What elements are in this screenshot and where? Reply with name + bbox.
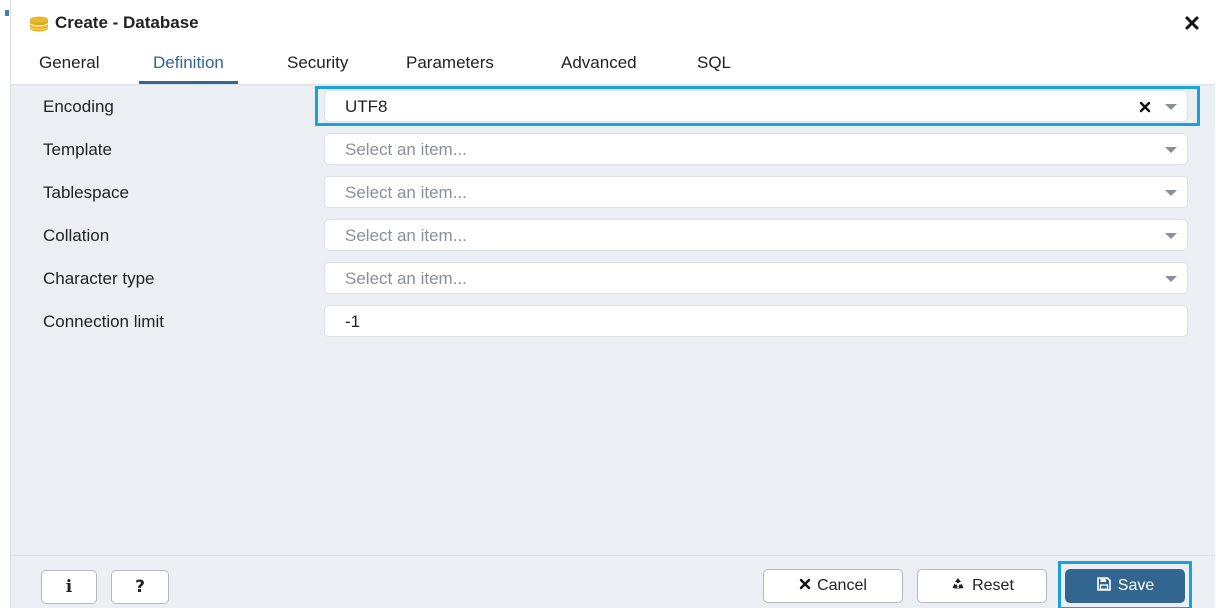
info-button[interactable]: i — [41, 570, 97, 604]
tab-bar: General Definition Security Parameters A… — [11, 44, 1215, 85]
tab-general[interactable]: General — [39, 48, 99, 78]
character-type-row: Character type Select an item... — [11, 259, 1215, 303]
template-placeholder: Select an item... — [345, 140, 467, 159]
collation-label: Collation — [43, 226, 110, 245]
chevron-down-icon[interactable] — [1165, 147, 1177, 153]
reset-button[interactable]: Reset — [917, 569, 1047, 603]
tab-sql[interactable]: SQL — [697, 48, 731, 78]
template-row: Template Select an item... — [11, 130, 1215, 174]
encoding-highlight — [315, 86, 1200, 126]
edge-marker — [5, 10, 9, 16]
screenshot: Create - Database General Definition Sec… — [0, 0, 1216, 608]
save-highlight — [1058, 561, 1192, 608]
info-icon: i — [65, 577, 73, 597]
collation-placeholder: Select an item... — [345, 226, 467, 245]
encoding-label: Encoding — [43, 97, 114, 116]
help-icon: ? — [135, 577, 145, 597]
tab-definition[interactable]: Definition — [139, 48, 238, 84]
database-icon — [29, 16, 49, 32]
background-edge — [0, 0, 10, 608]
collation-row: Collation Select an item... — [11, 216, 1215, 260]
help-button[interactable]: ? — [111, 570, 169, 604]
template-label: Template — [43, 140, 112, 159]
character-type-label: Character type — [43, 269, 155, 288]
cancel-label: Cancel — [817, 577, 867, 594]
character-type-select[interactable]: Select an item... — [324, 262, 1188, 294]
connection-limit-input[interactable]: -1 — [324, 305, 1188, 337]
character-type-placeholder: Select an item... — [345, 269, 467, 288]
close-icon — [799, 577, 811, 595]
tablespace-row: Tablespace Select an item... — [11, 173, 1215, 217]
chevron-down-icon[interactable] — [1165, 233, 1177, 239]
connection-limit-row: Connection limit -1 — [11, 302, 1215, 346]
recycle-icon — [950, 576, 966, 597]
connection-limit-label: Connection limit — [43, 312, 164, 331]
dialog-titlebar[interactable]: Create - Database — [11, 0, 1215, 44]
tablespace-label: Tablespace — [43, 183, 130, 202]
tablespace-select[interactable]: Select an item... — [324, 176, 1188, 208]
definition-panel: Encoding UTF8 Template Select an item... — [11, 85, 1215, 555]
template-select[interactable]: Select an item... — [324, 133, 1188, 165]
collation-select[interactable]: Select an item... — [324, 219, 1188, 251]
dialog-title: Create - Database — [55, 13, 199, 32]
dialog-footer: i ? Cancel Reset Save — [11, 555, 1215, 608]
tab-security[interactable]: Security — [287, 48, 348, 78]
reset-label: Reset — [972, 577, 1014, 594]
chevron-down-icon[interactable] — [1165, 190, 1177, 196]
chevron-down-icon[interactable] — [1165, 276, 1177, 282]
connection-limit-value: -1 — [345, 312, 361, 331]
close-icon[interactable] — [1183, 14, 1201, 32]
tab-parameters[interactable]: Parameters — [406, 48, 494, 78]
tab-advanced[interactable]: Advanced — [561, 48, 637, 78]
create-database-dialog: Create - Database General Definition Sec… — [10, 0, 1215, 608]
tablespace-placeholder: Select an item... — [345, 183, 467, 202]
cancel-button[interactable]: Cancel — [763, 569, 903, 603]
